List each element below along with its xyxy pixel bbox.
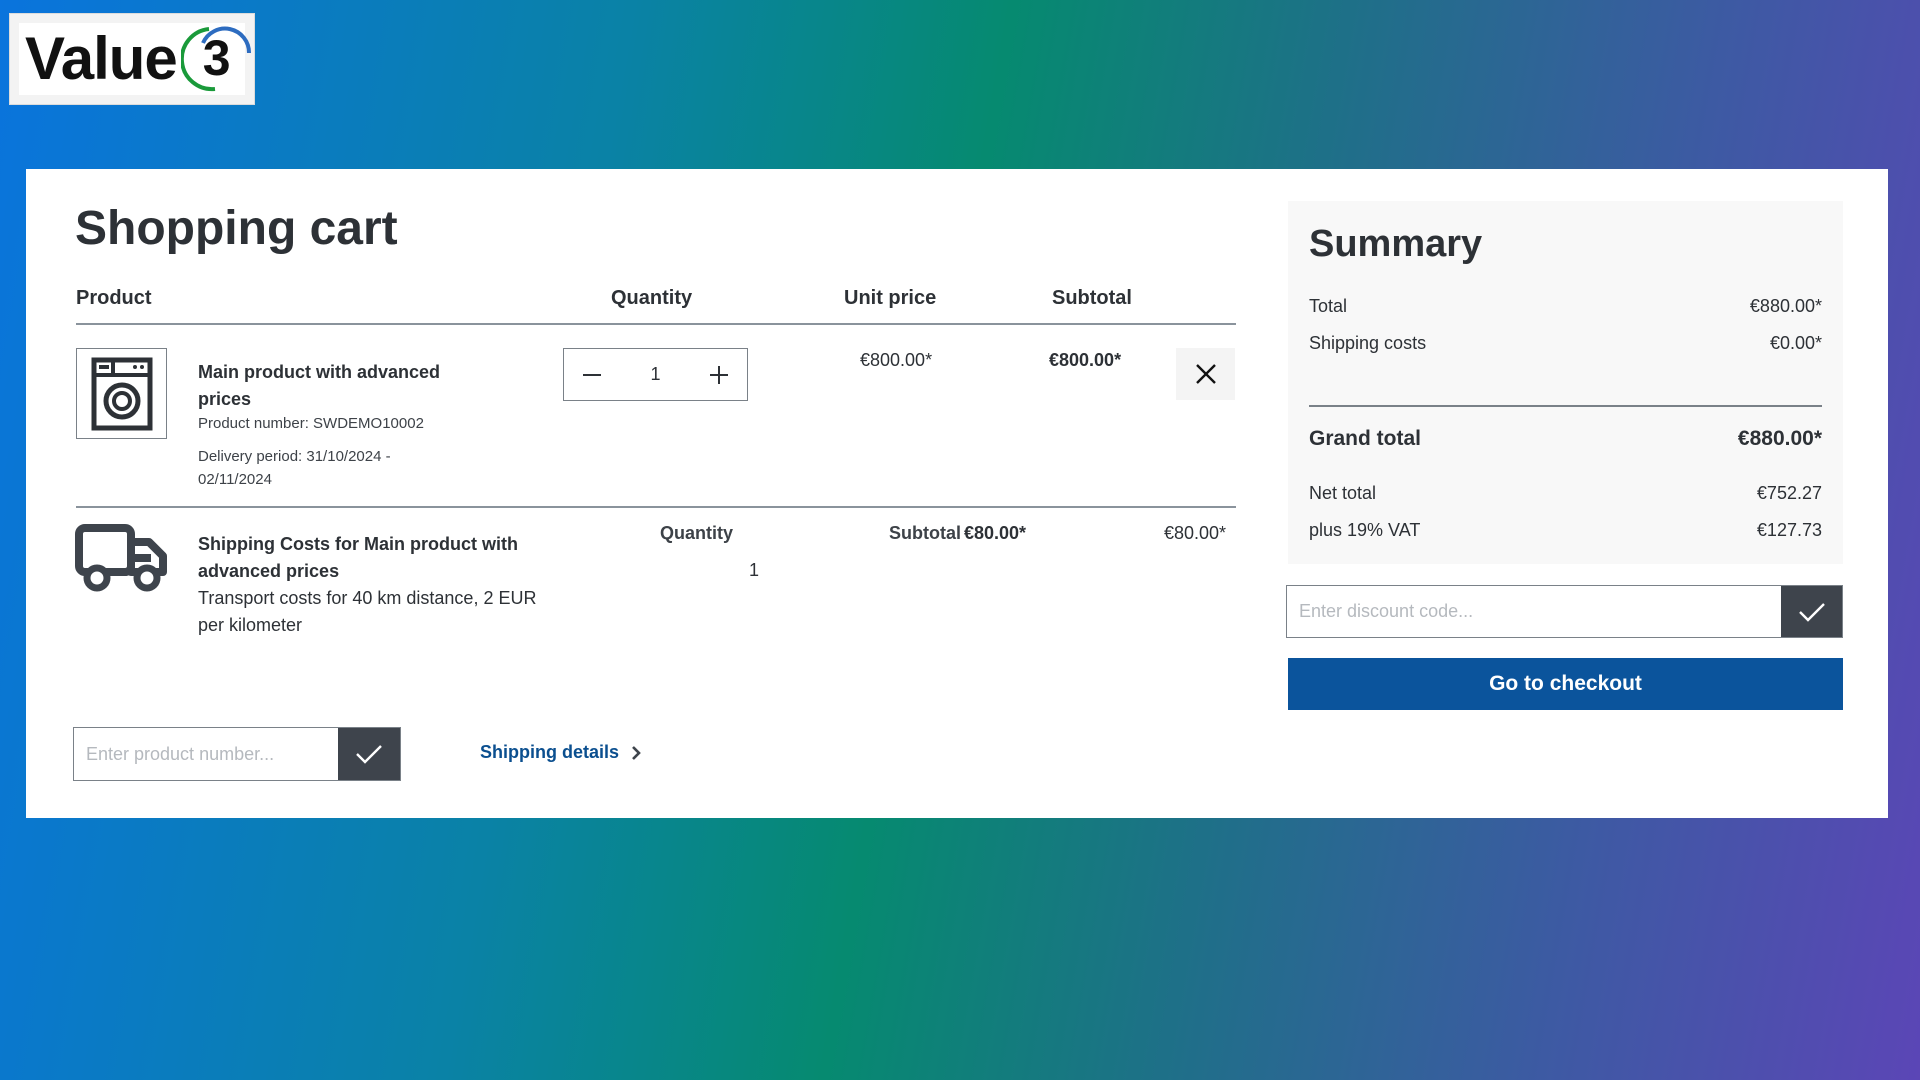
logo-inner: Value 3: [19, 23, 251, 95]
go-to-checkout-button[interactable]: Go to checkout: [1288, 658, 1843, 710]
shipping-item-description: Transport costs for 40 km distance, 2 EU…: [198, 588, 537, 635]
brand-logo[interactable]: Value 3: [9, 13, 255, 105]
header-divider: [76, 323, 1236, 325]
shipping-subtotal-value: €80.00*: [964, 523, 1027, 543]
remove-item-button[interactable]: [1176, 348, 1235, 400]
truck-icon: [75, 524, 167, 592]
grand-total-label: Grand total: [1309, 427, 1422, 450]
shipping-details-link[interactable]: Shipping details: [480, 742, 641, 763]
net-total-value: €752.27: [1756, 483, 1822, 503]
summary-title: Summary: [1309, 223, 1483, 265]
quantity-value[interactable]: 1: [650, 364, 660, 385]
close-icon: [1195, 364, 1216, 384]
summary-net-total-row: Net total €752.27: [1309, 483, 1822, 504]
quantity-stepper: 1: [563, 348, 748, 401]
delivery-period-line2: 02/11/2024: [198, 471, 272, 488]
product-number-input[interactable]: [74, 728, 338, 780]
vat-value: €127.73: [1756, 520, 1822, 540]
summary-grand-total-row: Grand total €880.00*: [1309, 427, 1822, 451]
shipping-costs-value: €0.00*: [1769, 333, 1822, 353]
summary-divider: [1309, 405, 1822, 407]
decrease-quantity-button[interactable]: [564, 349, 619, 400]
discount-code-input[interactable]: [1287, 586, 1781, 637]
delivery-period-line1: Delivery period: 31/10/2024 -: [198, 448, 391, 465]
page-title: Shopping cart: [75, 202, 398, 255]
unit-price: €800.00*: [860, 350, 933, 370]
increase-quantity-button[interactable]: [692, 349, 747, 400]
cart-panel: Shopping cart Product Quantity Unit pric…: [26, 169, 1888, 818]
chevron-right-icon: [632, 745, 641, 760]
row-divider: [76, 506, 1236, 508]
plus-icon: [710, 365, 729, 384]
logo-text: Value: [25, 25, 178, 92]
column-header-product: Product: [76, 287, 152, 309]
total-label: Total: [1309, 296, 1348, 316]
add-product-button[interactable]: [338, 728, 400, 780]
summary-total-row: Total €880.00*: [1309, 296, 1822, 317]
washing-machine-icon: [91, 357, 152, 430]
column-header-unit-price: Unit price: [844, 287, 937, 309]
shipping-price: €80.00*: [1164, 523, 1227, 543]
summary-vat-row: plus 19% VAT €127.73: [1309, 520, 1822, 541]
grand-total-value: €880.00*: [1737, 427, 1822, 450]
total-value: €880.00*: [1749, 296, 1822, 316]
discount-code-form: [1286, 585, 1843, 638]
shipping-item-name: Shipping Costs for Main product with adv…: [198, 534, 518, 581]
logo-digit: 3: [202, 30, 231, 86]
column-header-quantity: Quantity: [611, 287, 693, 309]
column-header-subtotal: Subtotal: [1052, 287, 1132, 309]
shipping-quantity-value: 1: [749, 560, 760, 580]
logo-mark: 3: [180, 23, 251, 95]
product-number-form: [73, 727, 401, 781]
line-subtotal: €800.00*: [1049, 350, 1122, 370]
shipping-details-label: Shipping details: [480, 742, 620, 762]
order-summary: Summary Total €880.00* Shipping costs €0…: [1288, 201, 1843, 564]
summary-shipping-row: Shipping costs €0.00*: [1309, 333, 1822, 354]
shipping-subtotal-label: Subtotal: [889, 523, 961, 543]
product-name[interactable]: Main product with advanced prices: [198, 359, 498, 413]
minus-icon: [582, 373, 601, 376]
vat-label: plus 19% VAT: [1309, 520, 1421, 540]
product-number: Product number: SWDEMO10002: [198, 415, 424, 432]
apply-discount-button[interactable]: [1781, 586, 1842, 637]
product-thumbnail[interactable]: [76, 348, 167, 439]
checkmark-icon: [1798, 602, 1825, 622]
shipping-quantity-label: Quantity: [660, 523, 734, 543]
net-total-label: Net total: [1309, 483, 1377, 503]
checkmark-icon: [356, 745, 382, 764]
shipping-costs-label: Shipping costs: [1309, 333, 1427, 353]
